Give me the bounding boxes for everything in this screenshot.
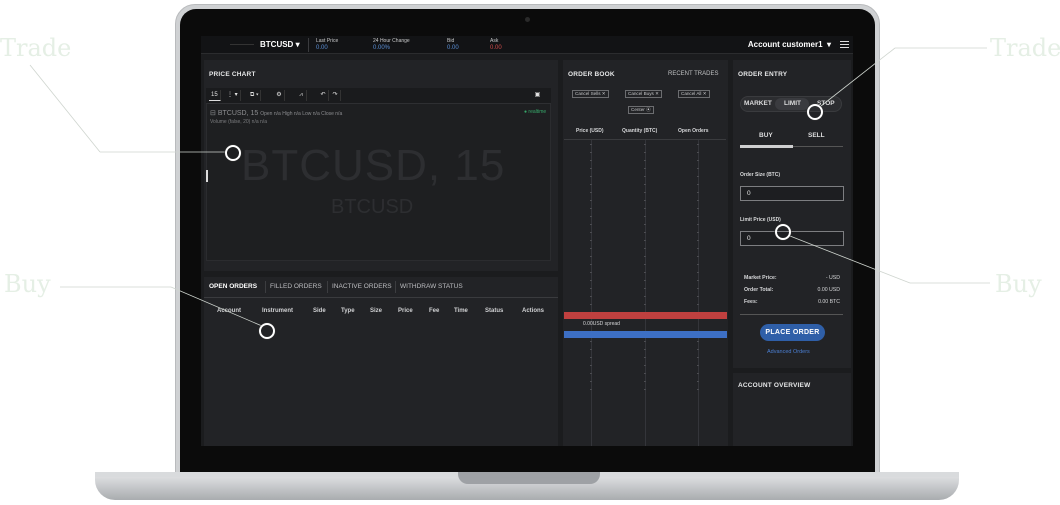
- stage: Trade Trade Buy Buy BTCUSD ▾ Last Price …: [0, 0, 1060, 505]
- hotspot-ring[interactable]: [807, 104, 823, 120]
- hotspot-ring[interactable]: [259, 323, 275, 339]
- callout-line: [820, 47, 896, 107]
- callout-line: [170, 286, 263, 327]
- hotspot-ring[interactable]: [775, 224, 791, 240]
- hotspot-ring[interactable]: [225, 145, 241, 161]
- callout-lines: [29, 47, 990, 327]
- callout-line: [789, 235, 911, 284]
- callout-line: [29, 64, 101, 153]
